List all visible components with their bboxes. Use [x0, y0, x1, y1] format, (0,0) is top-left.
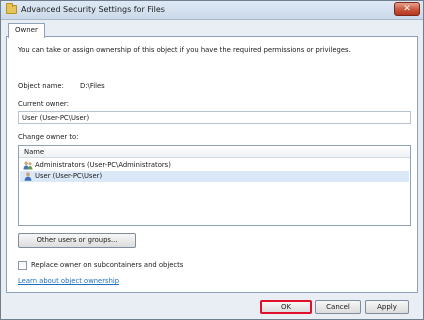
owner-panel: You can take or assign ownership of this…: [6, 36, 418, 293]
object-name-value: D:\Files: [80, 82, 105, 90]
change-owner-label: Change owner to:: [18, 133, 79, 141]
title-bar[interactable]: Advanced Security Settings for Files ✕: [1, 1, 423, 20]
list-item-administrators[interactable]: Administrators (User-PC\Administrators): [20, 160, 409, 171]
list-item-user[interactable]: User (User-PC\User): [20, 171, 409, 182]
current-owner-label: Current owner:: [18, 100, 69, 108]
close-icon: ✕: [403, 4, 411, 14]
list-item-label: User (User-PC\User): [35, 172, 103, 180]
current-owner-field[interactable]: User (User-PC\User): [18, 111, 411, 124]
apply-button[interactable]: Apply: [365, 300, 409, 314]
tab-strip: Owner: [6, 23, 418, 38]
list-item-label: Administrators (User-PC\Administrators): [35, 161, 171, 169]
other-users-groups-button[interactable]: Other users or groups...: [18, 233, 136, 248]
replace-owner-label[interactable]: Replace owner on subcontainers and objec…: [31, 261, 183, 269]
replace-owner-checkbox[interactable]: [18, 261, 27, 270]
intro-text: You can take or assign ownership of this…: [18, 46, 351, 54]
column-name-header: Name: [24, 148, 45, 156]
owner-list[interactable]: Name Administrators (User-PC\Administrat…: [18, 145, 411, 226]
ok-button[interactable]: OK: [260, 300, 312, 314]
close-button[interactable]: ✕: [394, 2, 420, 16]
tab-owner[interactable]: Owner: [8, 23, 45, 38]
user-icon: [23, 172, 33, 181]
group-icon: [23, 161, 33, 170]
folder-icon: [6, 3, 17, 14]
object-name-label: Object name:: [18, 82, 64, 90]
window-title: Advanced Security Settings for Files: [21, 5, 165, 14]
learn-ownership-link[interactable]: Learn about object ownership: [18, 277, 119, 285]
cancel-button[interactable]: Cancel: [315, 300, 361, 314]
dialog-window: Advanced Security Settings for Files ✕ O…: [0, 0, 424, 320]
list-header[interactable]: Name: [19, 146, 410, 158]
